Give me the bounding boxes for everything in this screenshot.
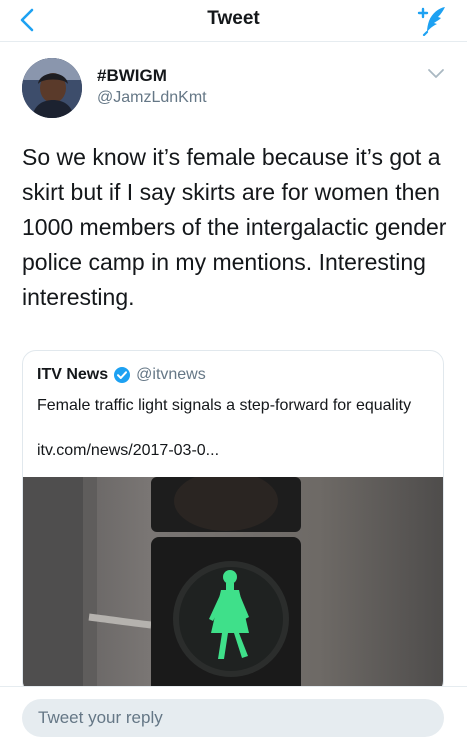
- card-url: itv.com/news/2017-03-0...: [37, 442, 220, 459]
- chevron-down-icon[interactable]: [427, 68, 445, 80]
- tweet-text: So we know it’s female because it’s got …: [22, 144, 453, 310]
- reply-input[interactable]: [22, 699, 444, 737]
- reply-bar: [0, 686, 467, 750]
- card-source-handle: @itvnews: [136, 366, 206, 383]
- tweet-author: #BWIGM @JamzLdnKmt: [22, 58, 447, 122]
- verified-badge-icon: [114, 367, 131, 383]
- author-handle[interactable]: @JamzLdnKmt: [97, 89, 207, 107]
- card-image: [23, 477, 443, 694]
- card-header: ITV News @itvnews: [37, 365, 206, 385]
- link-preview-card[interactable]: ITV News @itvnews Female traffic light s…: [22, 350, 444, 695]
- compose-tweet-icon[interactable]: [415, 4, 449, 36]
- card-title: Female traffic light signals a step-forw…: [37, 397, 412, 414]
- navigation-bar: Tweet: [0, 0, 467, 42]
- author-display-name[interactable]: #BWIGM: [97, 66, 167, 86]
- page-title: Tweet: [207, 8, 260, 29]
- avatar[interactable]: [22, 58, 82, 118]
- card-source-name: ITV News: [37, 366, 109, 383]
